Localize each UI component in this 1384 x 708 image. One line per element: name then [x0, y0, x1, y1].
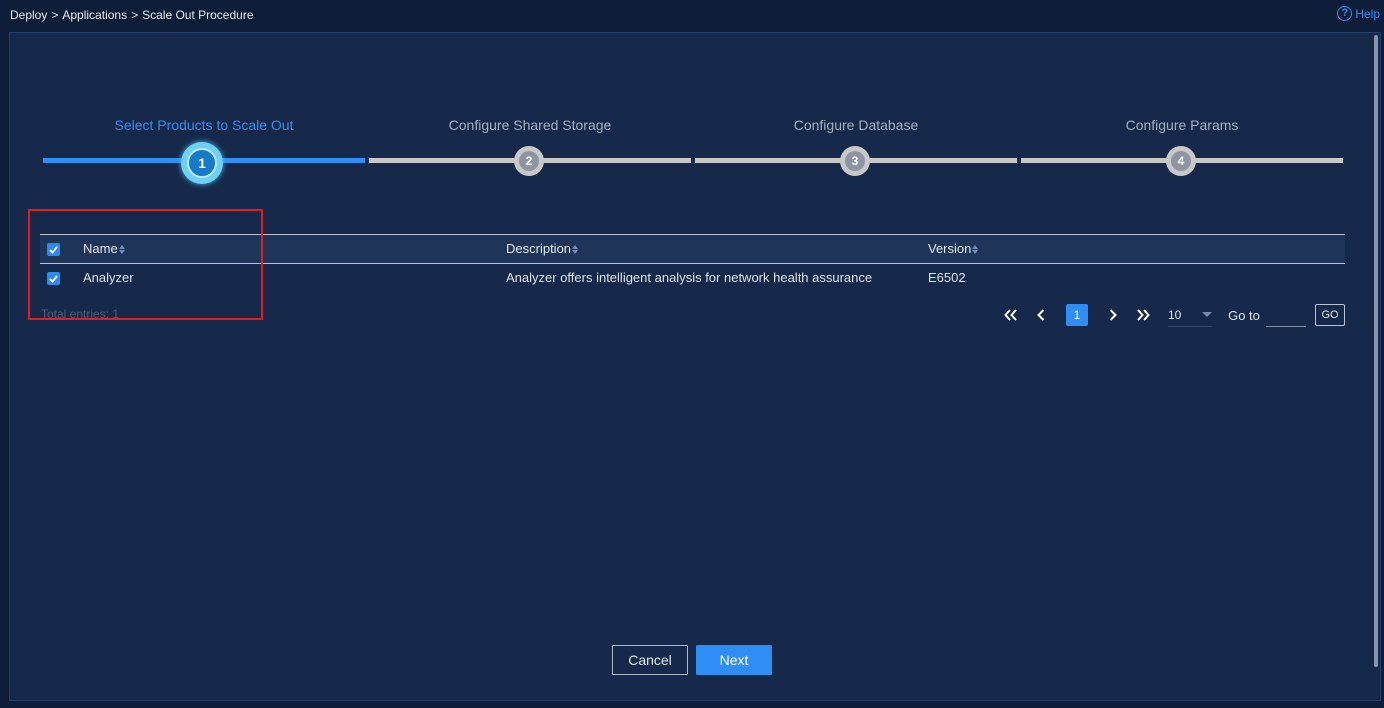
column-header-version[interactable]: Version [928, 235, 979, 263]
goto-label: Go to [1228, 307, 1260, 323]
top-bar: Deploy > Applications > Scale Out Procedure … [0, 0, 1384, 30]
chevron-left-icon [1037, 309, 1045, 321]
step-title: Configure Shared Storage [448, 117, 612, 133]
step-select-products[interactable]: Select Products to Scale Out 1 [43, 113, 365, 184]
goto-page-input[interactable] [1266, 303, 1306, 327]
step-number-circle: 1 [181, 142, 223, 184]
breadcrumb-applications[interactable]: Applications [62, 8, 127, 22]
help-link[interactable]: ? Help [1337, 6, 1380, 21]
breadcrumb-separator: > [51, 8, 59, 22]
column-header-label: Version [928, 241, 972, 256]
step-title: Configure Params [1125, 117, 1239, 133]
step-number: 1 [187, 148, 217, 178]
previous-page-button[interactable] [1030, 303, 1052, 327]
step-title: Configure Database [793, 117, 919, 133]
page-size-select[interactable]: 10 [1168, 303, 1212, 327]
page-number-button[interactable]: 1 [1066, 304, 1088, 326]
step-title: Select Products to Scale Out [114, 117, 294, 133]
step-configure-shared-storage[interactable]: Configure Shared Storage 2 [369, 113, 691, 183]
step-configure-params[interactable]: Configure Params 4 [1021, 113, 1343, 183]
sort-icon[interactable] [972, 245, 979, 255]
cell-description: Analyzer offers intelligent analysis for… [506, 270, 873, 285]
next-page-button[interactable] [1102, 303, 1124, 327]
cell-version: E6502 [928, 270, 966, 285]
question-circle-icon: ? [1337, 6, 1353, 21]
double-chevron-left-icon [1004, 309, 1017, 321]
wizard-steps: Select Products to Scale Out 1 Configure… [43, 113, 1343, 184]
step-number-circle: 4 [1166, 146, 1196, 176]
step-number-circle: 2 [514, 146, 544, 176]
wizard-panel: Select Products to Scale Out 1 Configure… [9, 32, 1381, 701]
first-page-button[interactable] [1000, 303, 1022, 327]
cancel-button[interactable]: Cancel [612, 645, 688, 675]
vertical-scrollbar[interactable] [1374, 35, 1378, 667]
double-chevron-right-icon [1137, 309, 1150, 321]
breadcrumb-deploy[interactable]: Deploy [10, 8, 47, 22]
sort-icon[interactable] [572, 245, 579, 255]
step-configure-database[interactable]: Configure Database 3 [695, 113, 1017, 183]
page-size-value: 10 [1168, 307, 1182, 322]
column-header-label: Description [506, 241, 572, 256]
caret-down-icon [1202, 312, 1212, 317]
step-number: 2 [519, 151, 539, 171]
column-header-description[interactable]: Description [506, 235, 579, 263]
breadcrumb: Deploy > Applications > Scale Out Procedure [10, 8, 254, 22]
next-button[interactable]: Next [696, 645, 772, 675]
step-number-circle: 3 [840, 146, 870, 176]
last-page-button[interactable] [1132, 303, 1154, 327]
breadcrumb-separator: > [131, 8, 139, 22]
breadcrumb-scale-out-procedure: Scale Out Procedure [142, 8, 254, 22]
chevron-right-icon [1109, 309, 1117, 321]
step-number: 3 [845, 151, 865, 171]
help-label: Help [1355, 6, 1380, 21]
annotation-highlight-box [28, 209, 263, 320]
go-button[interactable]: GO [1315, 304, 1345, 326]
step-number: 4 [1171, 151, 1191, 171]
